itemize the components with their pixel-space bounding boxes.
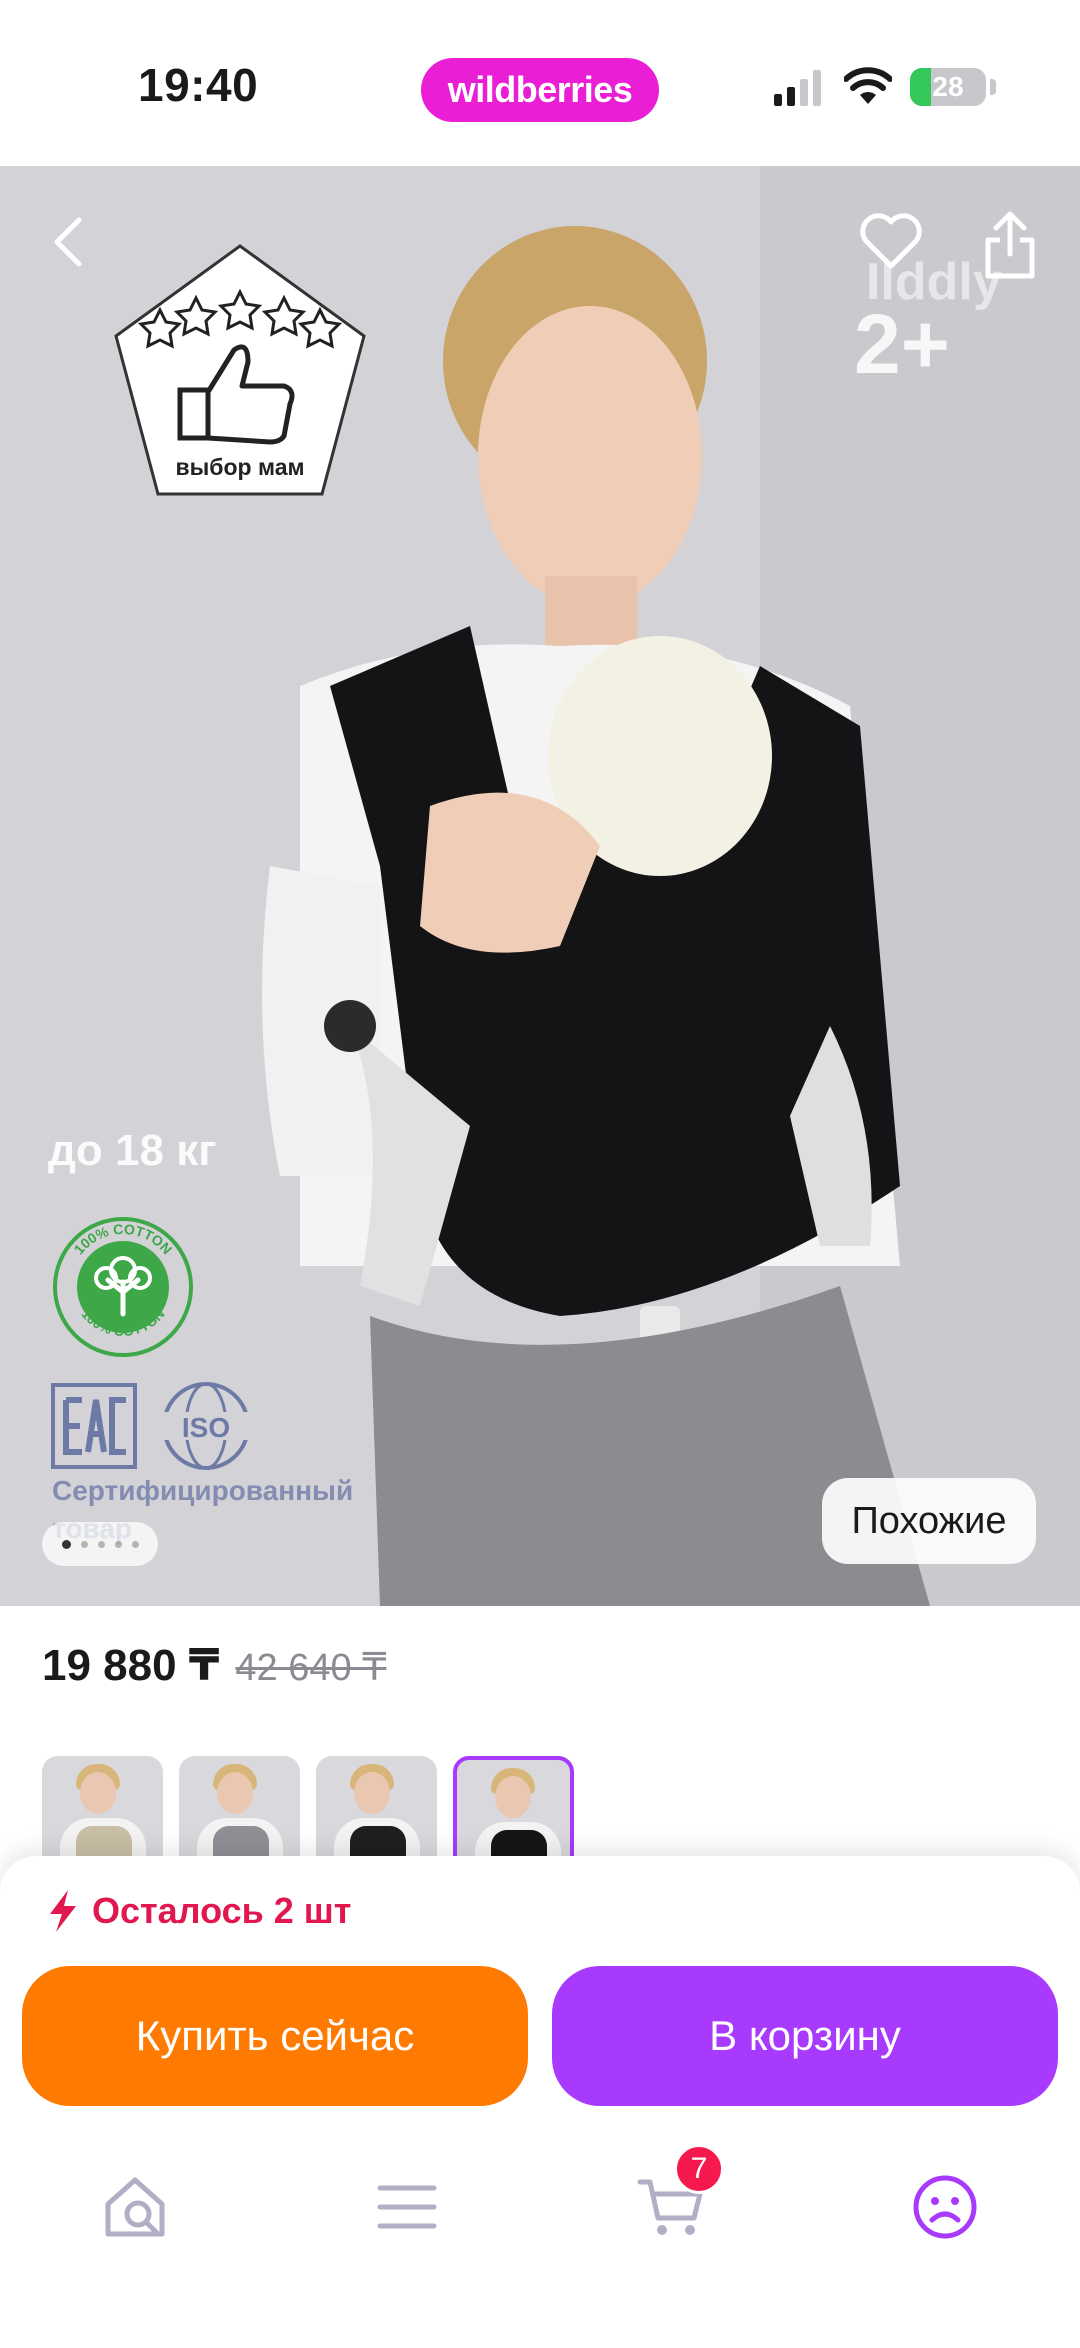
- thumbnail[interactable]: [453, 1756, 574, 1856]
- cart-count-badge: 7: [674, 2144, 724, 2194]
- iso-certification-icon: ISO: [162, 1382, 250, 1470]
- cotton-badge-icon: 100% COTTON 100% COTTON: [53, 1217, 193, 1357]
- thumbnail-face: [495, 1776, 531, 1818]
- add-to-cart-button[interactable]: В корзину: [552, 1966, 1058, 2106]
- buy-now-button[interactable]: Купить сейчас: [22, 1966, 528, 2106]
- age-badge: 2+: [854, 297, 950, 391]
- gallery-pagination[interactable]: [42, 1522, 158, 1566]
- cellular-signal-icon: [774, 70, 821, 106]
- product-thumbnails: [42, 1756, 1042, 1856]
- pagination-dot: [61, 1539, 71, 1549]
- thumbnail-face: [217, 1772, 253, 1814]
- current-price: 19 880 ₸: [42, 1641, 220, 1690]
- thumbnail[interactable]: [179, 1756, 300, 1856]
- thumbnail[interactable]: [316, 1756, 437, 1856]
- menu-icon[interactable]: [372, 2172, 442, 2242]
- pagination-dot: [80, 1540, 88, 1548]
- thumbnail-carrier: [76, 1826, 132, 1856]
- thumbnail-carrier: [213, 1826, 269, 1856]
- lightning-icon: [50, 1890, 76, 1932]
- old-price: 42 640 ₸: [235, 1647, 387, 1689]
- similar-products-button[interactable]: Похожие: [822, 1478, 1036, 1564]
- home-search-icon[interactable]: [100, 2172, 170, 2242]
- battery-tip: [990, 79, 996, 95]
- profile-icon[interactable]: [910, 2172, 980, 2242]
- bottom-tab-bar: 7: [0, 2144, 1080, 2272]
- thumbnail-face: [80, 1772, 116, 1814]
- purchase-sheet: Осталось 2 шт Купить сейчас В корзину 7: [0, 1856, 1080, 2348]
- share-icon[interactable]: [982, 210, 1038, 280]
- thumbnail-face: [354, 1772, 390, 1814]
- thumbnail[interactable]: [42, 1756, 163, 1856]
- pagination-dot: [97, 1540, 105, 1548]
- price-row: 19 880 ₸ 42 640 ₸: [42, 1640, 386, 1691]
- battery-label: 28: [932, 71, 964, 102]
- battery-indicator: 28: [910, 68, 986, 106]
- eac-certification-icon: [51, 1383, 137, 1469]
- svg-text:ISO: ISO: [182, 1412, 230, 1443]
- stock-text: Осталось 2 шт: [92, 1890, 352, 1931]
- mom-choice-label: выбор мам: [175, 454, 305, 480]
- thumbnail-carrier: [491, 1830, 547, 1856]
- stock-indicator: Осталось 2 шт: [48, 1890, 351, 1932]
- pagination-dot: [114, 1540, 122, 1548]
- thumbnail-carrier: [350, 1826, 406, 1856]
- weight-limit-label: до 18 кг: [48, 1126, 217, 1175]
- status-time: 19:40: [138, 59, 259, 111]
- status-bar: 19:40 wildberries 28: [0, 0, 1080, 166]
- heart-icon[interactable]: [858, 210, 924, 270]
- wifi-icon: [844, 67, 892, 104]
- product-image-gallery[interactable]: Ilddly 2+ выбор мам до 18 кг 100% COTTON…: [0, 166, 1080, 1606]
- pagination-dot: [131, 1540, 139, 1548]
- chevron-left-icon: [54, 217, 82, 267]
- brand-logo: wildberries: [421, 58, 659, 122]
- back-button[interactable]: [40, 206, 96, 278]
